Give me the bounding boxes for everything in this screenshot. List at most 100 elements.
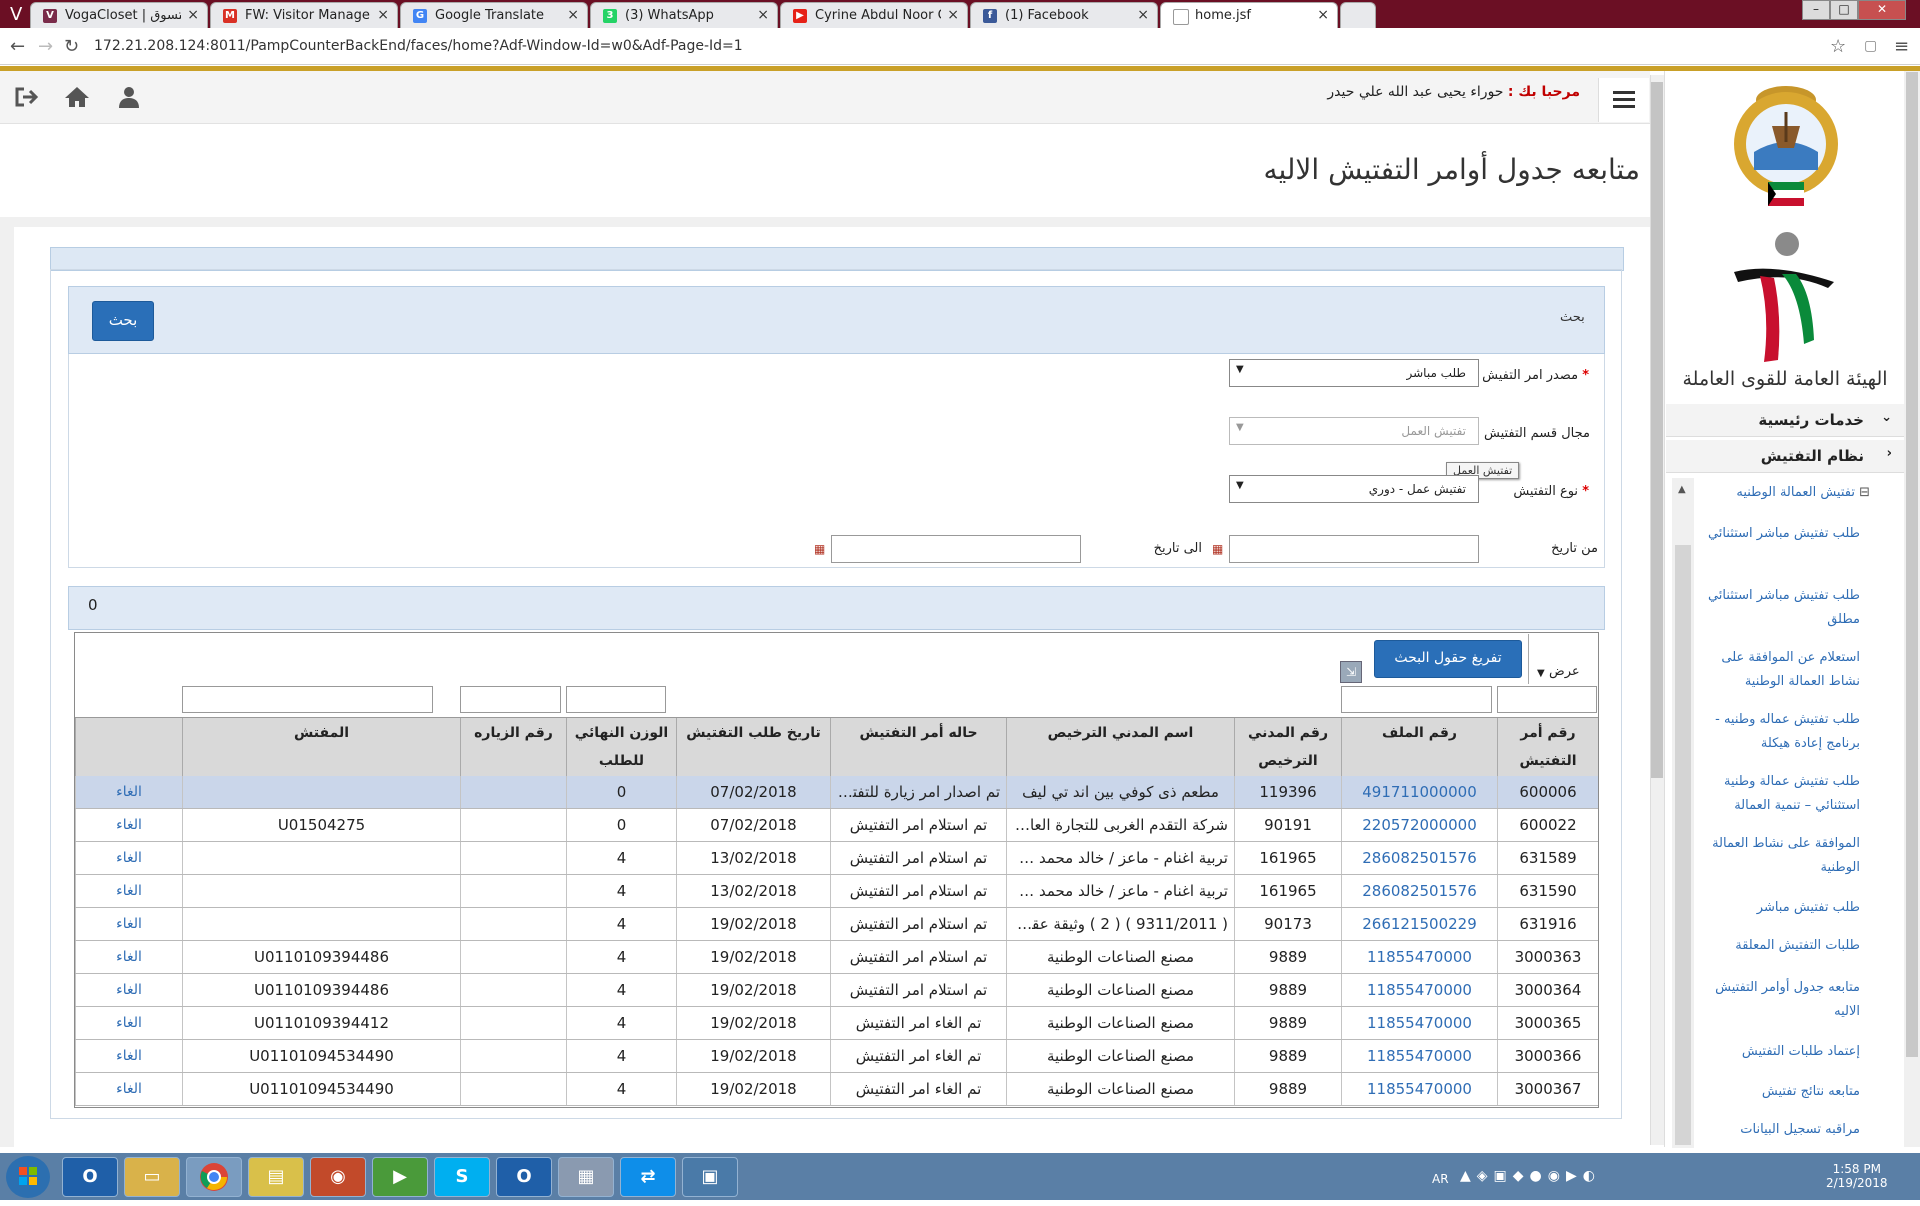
tab-7[interactable]: home.jsf × (1160, 2, 1338, 28)
file-number-link[interactable]: 11855470000 (1341, 941, 1497, 973)
extension-icon[interactable]: ▢ (1864, 38, 1877, 54)
search-button[interactable]: بحث (92, 301, 154, 341)
system-tray-icons[interactable]: ▲◈▣◆●◉▶◐ (1460, 1168, 1601, 1184)
home-icon[interactable] (64, 86, 90, 114)
tab-4[interactable]: 3 (3) WhatsApp × (590, 2, 778, 28)
tab-6[interactable]: f (1) Facebook × (970, 2, 1158, 28)
forward-icon[interactable]: → (38, 36, 53, 57)
menu-inspection-system[interactable]: نظام التفتيش › (1666, 440, 1904, 473)
table-row[interactable]: 3000363 11855470000 9889 مصنع الصناعات الوط… (75, 941, 1598, 974)
calendar-icon[interactable]: ▦ (814, 542, 828, 556)
file-number-link[interactable]: 286082501576 (1341, 875, 1497, 907)
filter-weight-input[interactable] (566, 686, 666, 713)
tab-1[interactable]: V VogaCloset | حقيبة التسوق × (30, 2, 208, 28)
export-icon[interactable]: ⇲ (1340, 661, 1362, 683)
filter-file-input[interactable] (1341, 686, 1492, 713)
file-number-link[interactable]: 11855470000 (1341, 1007, 1497, 1039)
column-header-date[interactable]: تاريخ طلب التفتيش (676, 718, 830, 776)
clear-fields-button[interactable]: تفريغ حقول البحث (1374, 640, 1522, 678)
file-number-link[interactable]: 220572000000 (1341, 809, 1497, 841)
tab-close-icon[interactable]: × (187, 7, 199, 23)
column-header-name[interactable]: اسم المدني الترخيص (1006, 718, 1234, 776)
taskbar-media-icon[interactable]: ▶ (372, 1157, 428, 1197)
sidebar-item-5[interactable]: طلب تفتيش عمالة وطنية استثنائي – تنمية ا… (1690, 770, 1860, 818)
file-number-link[interactable]: 11855470000 (1341, 974, 1497, 1006)
view-menu[interactable]: ▼ عرض (1528, 634, 1599, 684)
to-date-input[interactable] (831, 535, 1081, 563)
user-profile-icon[interactable] (118, 86, 140, 114)
table-row[interactable]: 3000364 11855470000 9889 مصنع الصناعات الوط… (75, 974, 1598, 1007)
table-row[interactable]: 3000366 11855470000 9889 مصنع الصناعات الوط… (75, 1040, 1598, 1073)
filter-inspector-input[interactable] (182, 686, 433, 713)
tab-close-icon[interactable]: × (377, 7, 389, 23)
calendar-icon[interactable]: ▦ (1212, 542, 1226, 556)
taskbar-firefox-icon[interactable]: ◉ (310, 1157, 366, 1197)
cancel-link[interactable]: الغاء (75, 1073, 182, 1105)
sidebar-item-9[interactable]: متابعه جدول أوامر التفتيش الاليه (1690, 976, 1860, 1024)
taskbar-chrome-icon[interactable] (186, 1157, 242, 1197)
tab-close-icon[interactable]: × (1317, 7, 1329, 23)
profile-icon[interactable]: V (10, 4, 22, 25)
section-select[interactable]: تفتيش العمل ▼ (1229, 417, 1479, 445)
tab-close-icon[interactable]: × (947, 7, 959, 23)
cancel-link[interactable]: الغاء (75, 1007, 182, 1039)
bookmark-star-icon[interactable]: ☆ (1830, 36, 1846, 57)
sidebar-item-3[interactable]: استعلام عن الموافقة على نشاط العمالة الو… (1690, 646, 1860, 694)
table-row[interactable]: 631589 286082501576 161965 تربية اغنام - ما… (75, 842, 1598, 875)
table-row[interactable]: 600006 491711000000 119396 مطعم ذى كوفي بين… (75, 776, 1598, 809)
table-row[interactable]: 600022 220572000000 90191 شركة التقدم الغرب… (75, 809, 1598, 842)
column-header-weight[interactable]: الوزن النهائي للطلب (566, 718, 676, 776)
taskbar-explorer-icon[interactable]: ▭ (124, 1157, 180, 1197)
cancel-link[interactable]: الغاء (75, 842, 182, 874)
tab-close-icon[interactable]: × (757, 7, 769, 23)
type-select[interactable]: تفتيش عمل - دوري ▼ (1229, 475, 1479, 503)
cancel-link[interactable]: الغاء (75, 1040, 182, 1072)
scroll-up-icon[interactable]: ▲ (1678, 484, 1686, 495)
cancel-link[interactable]: الغاء (75, 908, 182, 940)
menu-main-services[interactable]: خدمات رئيسية ⌄ (1666, 404, 1904, 437)
sidebar-item-10[interactable]: إعتماد طلبات التفتيش (1690, 1040, 1860, 1064)
taskbar-skype-icon[interactable]: S (434, 1157, 490, 1197)
sidebar-item-1[interactable]: طلب تفتيش مباشر استثنائي (1690, 522, 1860, 546)
column-header-file[interactable]: رقم الملف (1341, 718, 1497, 776)
minimize-icon[interactable]: – (1802, 0, 1830, 20)
column-header-status[interactable]: حاله أمر التفتيش (830, 718, 1006, 776)
page-scrollbar-thumb[interactable] (1651, 82, 1663, 778)
maximize-icon[interactable]: □ (1830, 0, 1858, 20)
sidebar-item-4[interactable]: طلب تفتيش عماله وطنيه - برنامج إعادة هيك… (1690, 708, 1860, 756)
menu-national-labor[interactable]: ⊟ تفتيش العمالة الوطنيه (1736, 485, 1870, 500)
logout-icon[interactable] (14, 86, 40, 114)
file-number-link[interactable]: 11855470000 (1341, 1040, 1497, 1072)
cancel-link[interactable]: الغاء (75, 809, 182, 841)
close-window-icon[interactable]: ✕ (1858, 0, 1906, 20)
cancel-link[interactable]: الغاء (75, 941, 182, 973)
taskbar-outlook-icon[interactable]: O (62, 1157, 118, 1197)
file-number-link[interactable]: 491711000000 (1341, 776, 1497, 808)
sidebar-item-8[interactable]: طلبات التفتيش المعلقة (1690, 934, 1860, 958)
sidebar-item-6[interactable]: الموافقة على نشاط العمالة الوطنية (1690, 832, 1860, 880)
filter-order-input[interactable] (1497, 686, 1597, 713)
taskbar-folder-icon[interactable]: ▤ (248, 1157, 304, 1197)
column-header-visit[interactable]: رقم الزياره (460, 718, 566, 776)
column-header-inspector[interactable]: المفتش (182, 718, 460, 776)
reload-icon[interactable]: ↻ (64, 36, 79, 57)
system-clock[interactable]: 1:58 PM 2/19/2018 (1826, 1162, 1888, 1190)
tab-5[interactable]: ▶ Cyrine Abdul Noor Omri × (780, 2, 968, 28)
sidebar-item-11[interactable]: متابعه نتائج تفتيش (1690, 1080, 1860, 1104)
cancel-link[interactable]: الغاء (75, 776, 182, 808)
tab-2[interactable]: M FW: Visitor Management × (210, 2, 398, 28)
tab-3[interactable]: G Google Translate × (400, 2, 588, 28)
tab-close-icon[interactable]: × (567, 7, 579, 23)
taskbar-outlook2-icon[interactable]: O (496, 1157, 552, 1197)
new-tab-button[interactable] (1340, 2, 1376, 28)
input-language[interactable]: AR (1432, 1172, 1449, 1186)
from-date-input[interactable] (1229, 535, 1479, 563)
browser-menu-icon[interactable]: ≡ (1894, 36, 1909, 57)
table-row[interactable]: 631590 286082501576 161965 تربية اغنام - ما… (75, 875, 1598, 908)
table-row[interactable]: 3000367 11855470000 9889 مصنع الصناعات الوط… (75, 1073, 1598, 1106)
column-header-civil[interactable]: رقم المدني الترخيص (1234, 718, 1341, 776)
window-scrollbar-thumb[interactable] (1906, 72, 1918, 1057)
sidebar-item-2[interactable]: طلب تفتيش مباشر استثنائي مطلق (1690, 584, 1860, 632)
sidebar-scrollbar-thumb[interactable] (1675, 545, 1691, 1145)
taskbar-window-icon[interactable]: ▣ (682, 1157, 738, 1197)
